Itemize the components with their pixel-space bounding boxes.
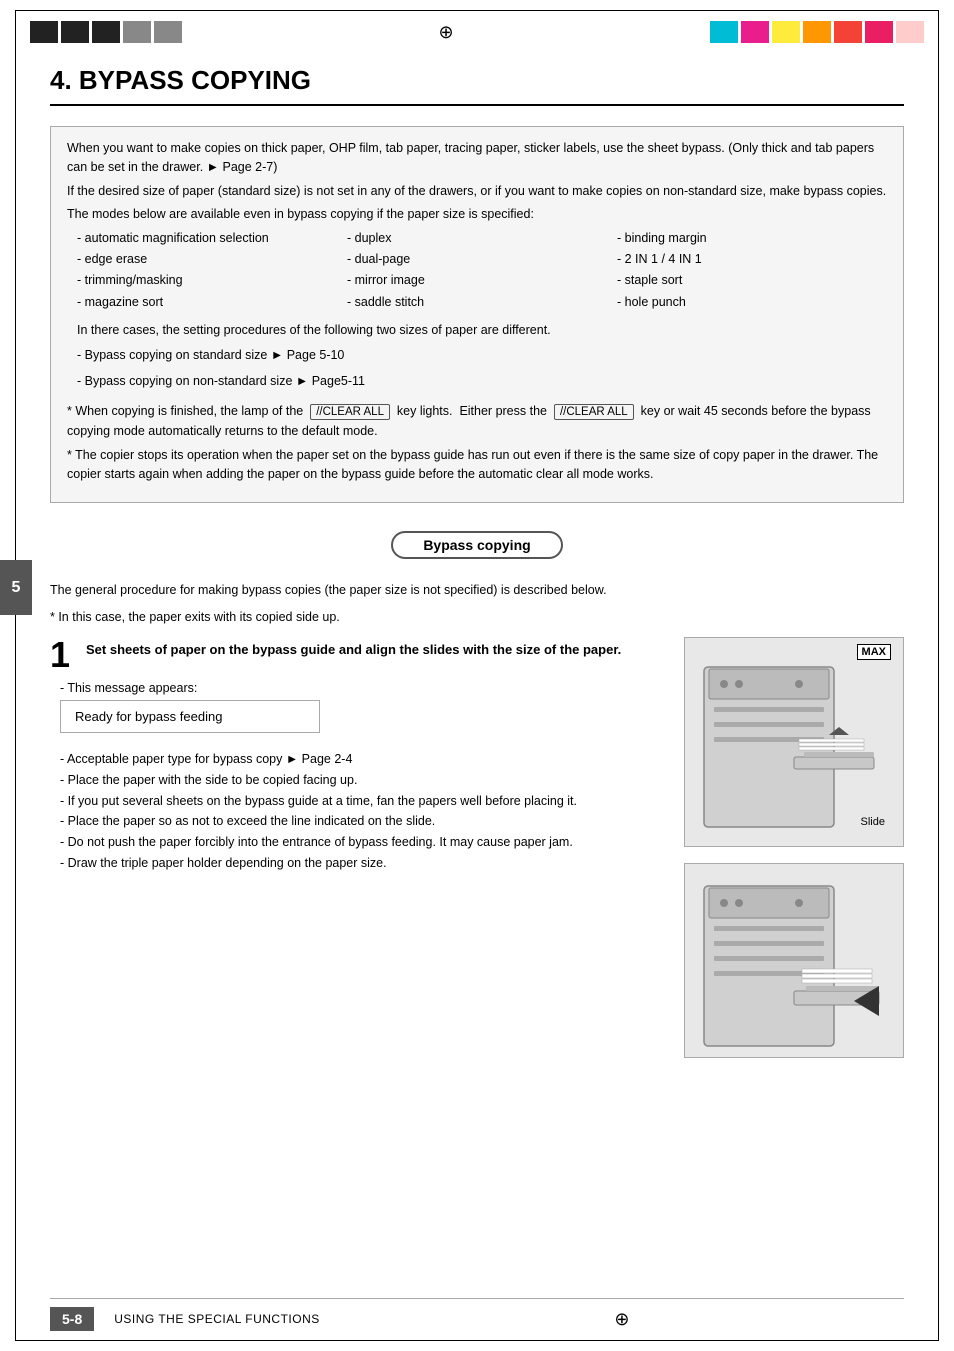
machine-image-top: MAX Slide <box>684 637 904 847</box>
machine-svg-top <box>694 647 894 837</box>
footer: 5-8 USING THE SPECIAL FUNCTIONS ⊕ <box>50 1298 904 1331</box>
ref1-text: In there cases, the setting procedures o… <box>77 320 887 341</box>
step1-heading: Set sheets of paper on the bypass guide … <box>86 641 621 659</box>
bullet-4: Place the paper so as not to exceed the … <box>60 811 664 832</box>
clear-all-key-2: //CLEAR ALL <box>554 404 634 420</box>
message-box: Ready for bypass feeding <box>60 700 320 733</box>
black-squares <box>30 21 182 43</box>
black-sq-1 <box>30 21 58 43</box>
ref2-text: - Bypass copying on standard size ► Page… <box>77 345 887 366</box>
color-sq-yellow <box>772 21 800 43</box>
mode-7: - trimming/masking <box>77 271 347 290</box>
black-sq-2 <box>61 21 89 43</box>
main-content: 4. BYPASS COPYING When you want to make … <box>50 65 904 1301</box>
info-box: When you want to make copies on thick pa… <box>50 126 904 503</box>
modes-grid: - automatic magnification selection - du… <box>77 229 887 313</box>
machine-svg-bottom <box>694 871 894 1051</box>
step-container: 1 Set sheets of paper on the bypass guid… <box>50 637 904 1058</box>
mode-5: - dual-page <box>347 250 617 269</box>
mode-2: - duplex <box>347 229 617 248</box>
bullet-2: Place the paper with the side to be copi… <box>60 770 664 791</box>
color-sq-red <box>834 21 862 43</box>
step1-bullets: Acceptable paper type for bypass copy ► … <box>60 749 664 873</box>
section-header: Bypass copying <box>391 531 562 559</box>
top-compass: ⊕ <box>182 22 710 43</box>
mode-10: - magazine sort <box>77 293 347 312</box>
color-sq-light <box>896 21 924 43</box>
step1-header: 1 Set sheets of paper on the bypass guid… <box>50 637 664 673</box>
mode-3: - binding margin <box>617 229 887 248</box>
notes: * When copying is finished, the lamp of … <box>67 402 887 485</box>
ref-links: In there cases, the setting procedures o… <box>77 320 887 392</box>
footer-text: USING THE SPECIAL FUNCTIONS <box>114 1312 320 1326</box>
color-sq-orange <box>803 21 831 43</box>
bullet-3: If you put several sheets on the bypass … <box>60 791 664 812</box>
mode-11: - saddle stitch <box>347 293 617 312</box>
note1: * When copying is finished, the lamp of … <box>67 402 887 441</box>
section-intro1: The general procedure for making bypass … <box>50 581 904 600</box>
mode-6: - 2 IN 1 / 4 IN 1 <box>617 250 887 269</box>
note2: * The copier stops its operation when th… <box>67 446 887 485</box>
black-sq-3 <box>92 21 120 43</box>
max-label: MAX <box>857 644 891 660</box>
top-color-bar: ⊕ <box>0 18 954 46</box>
color-squares <box>710 21 924 43</box>
grey-sq-2 <box>154 21 182 43</box>
grey-sq-1 <box>123 21 151 43</box>
info-para1: When you want to make copies on thick pa… <box>67 139 887 178</box>
machine-image-bottom <box>684 863 904 1058</box>
page-tab: 5 <box>0 560 32 615</box>
mode-12: - hole punch <box>617 293 887 312</box>
bullet-6: Draw the triple paper holder depending o… <box>60 853 664 874</box>
bullet-5: Do not push the paper forcibly into the … <box>60 832 664 853</box>
mode-4: - edge erase <box>77 250 347 269</box>
mode-9: - staple sort <box>617 271 887 290</box>
step-right: MAX Slide <box>684 637 904 1058</box>
clear-all-key-1: //CLEAR ALL <box>310 404 390 420</box>
ref3-text: - Bypass copying on non-standard size ► … <box>77 371 887 392</box>
slide-label: Slide <box>861 816 885 828</box>
info-para3: The modes below are available even in by… <box>67 205 887 224</box>
mode-1: - automatic magnification selection <box>77 229 347 248</box>
footer-page-number: 5-8 <box>50 1307 94 1331</box>
mode-8: - mirror image <box>347 271 617 290</box>
step1-number: 1 <box>50 637 78 673</box>
message-appears: - This message appears: <box>60 681 664 695</box>
step-left: 1 Set sheets of paper on the bypass guid… <box>50 637 664 1058</box>
bullet-1: Acceptable paper type for bypass copy ► … <box>60 749 664 770</box>
page-title: 4. BYPASS COPYING <box>50 65 904 106</box>
color-sq-pink <box>865 21 893 43</box>
info-para2: If the desired size of paper (standard s… <box>67 182 887 201</box>
footer-compass: ⊕ <box>340 1309 904 1330</box>
color-sq-cyan <box>710 21 738 43</box>
color-sq-magenta <box>741 21 769 43</box>
section-intro2: * In this case, the paper exits with its… <box>50 608 904 627</box>
section-header-wrap: Bypass copying <box>50 521 904 571</box>
